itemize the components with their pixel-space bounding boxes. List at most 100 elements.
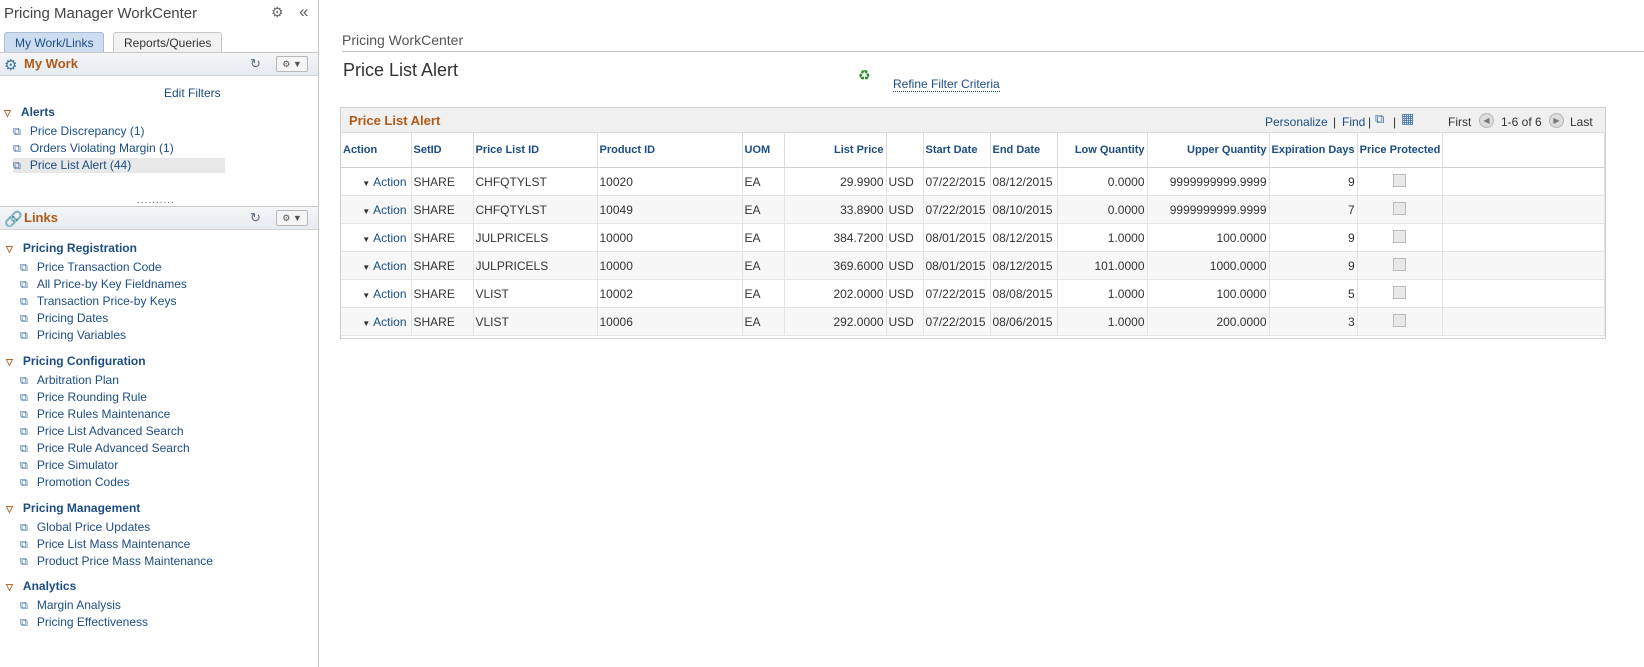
link-item[interactable]: ⧉ Pricing Dates (20, 311, 108, 326)
pane-splitter[interactable]: .......... (137, 195, 175, 206)
link-label[interactable]: Price Transaction Code (37, 260, 162, 274)
action-menu-link[interactable]: Action (373, 203, 406, 217)
caret-down-icon[interactable]: ▼ (362, 291, 370, 300)
tab-reports-queries[interactable]: Reports/Queries (113, 32, 223, 53)
caret-down-icon[interactable]: ▼ (362, 263, 370, 272)
personalize-link[interactable]: Personalize (1265, 115, 1328, 129)
alert-item-orders-violating-margin[interactable]: ⧉ Orders Violating Margin (1) (13, 141, 174, 156)
link-icon: ⧉ (20, 375, 28, 387)
link-item[interactable]: ⧉ Price Transaction Code (20, 260, 162, 275)
column-header-uom[interactable]: UOM (742, 133, 785, 168)
alert-item-price-list-alert[interactable]: ⧉ Price List Alert (44) (13, 158, 225, 173)
link-item[interactable]: ⧉ Pricing Variables (20, 328, 126, 343)
caret-down-icon[interactable]: ▼ (362, 235, 370, 244)
group-label: Analytics (22, 579, 77, 593)
tab-my-work-links[interactable]: My Work/Links (4, 32, 105, 53)
last-page-label[interactable]: Last (1570, 115, 1593, 129)
action-menu-link[interactable]: Action (373, 315, 406, 329)
link-item[interactable]: ⧉ Price Simulator (20, 458, 118, 473)
refine-filter-criteria-link[interactable]: Refine Filter Criteria (893, 77, 1000, 92)
links-group-pricing-management[interactable]: ▽ Pricing Management (6, 501, 140, 515)
grid-caption-bar: Price List Alert Personalize | Find | ⧉ … (341, 108, 1605, 133)
column-header-start-date[interactable]: Start Date (923, 133, 991, 168)
link-item[interactable]: ⧉ Price Rules Maintenance (20, 407, 170, 422)
settings-menu-button[interactable]: ⚙ ▼ (276, 210, 308, 226)
download-spreadsheet-icon[interactable]: ▦ (1401, 110, 1414, 127)
refresh-icon[interactable]: ↻ (250, 56, 261, 72)
action-menu-link[interactable]: Action (373, 231, 406, 245)
first-page-label[interactable]: First (1448, 115, 1471, 129)
breadcrumb[interactable]: Pricing WorkCenter (342, 32, 463, 48)
caret-down-icon[interactable]: ▼ (362, 179, 370, 188)
links-title[interactable]: Links (24, 210, 58, 225)
settings-menu-button[interactable]: ⚙ ▼ (276, 56, 308, 72)
link-label[interactable]: Price List Mass Maintenance (37, 537, 190, 551)
link-item[interactable]: ⧉ Price Rounding Rule (20, 390, 147, 405)
action-menu-link[interactable]: Action (373, 175, 406, 189)
link-label[interactable]: Price Simulator (37, 458, 118, 472)
column-header-setid[interactable]: SetID (411, 133, 474, 168)
alerts-group-header[interactable]: ▽ Alerts (4, 105, 55, 119)
links-group-pricing-registration[interactable]: ▽ Pricing Registration (6, 241, 137, 255)
collapse-icon[interactable]: « (299, 2, 308, 22)
link-label[interactable]: Pricing Variables (37, 328, 126, 342)
link-label[interactable]: Pricing Dates (37, 311, 108, 325)
link-label[interactable]: Transaction Price-by Keys (37, 294, 177, 308)
alert-link[interactable]: Price List Alert (44) (30, 158, 131, 172)
action-menu-link[interactable]: Action (373, 259, 406, 273)
link-label[interactable]: Price List Advanced Search (37, 424, 184, 438)
link-item[interactable]: ⧉ Price Rule Advanced Search (20, 441, 190, 456)
link-item[interactable]: ⧉ Promotion Codes (20, 475, 130, 490)
link-item[interactable]: ⧉ Product Price Mass Maintenance (20, 554, 213, 569)
zoom-grid-icon[interactable]: ⧉ (1375, 111, 1384, 127)
link-item[interactable]: ⧉ Global Price Updates (20, 520, 150, 535)
alert-link[interactable]: Orders Violating Margin (1) (30, 141, 174, 155)
link-label[interactable]: Promotion Codes (37, 475, 130, 489)
cell-price-list-id: CHFQTYLST (473, 195, 598, 224)
cell-list-price: 369.6000 (784, 251, 887, 280)
link-item[interactable]: ⧉ Arbitration Plan (20, 373, 119, 388)
link-item[interactable]: ⧉ Margin Analysis (20, 598, 121, 613)
edit-filters-link[interactable]: Edit Filters (164, 86, 221, 100)
cell-list-price: 33.8900 (784, 195, 887, 224)
column-header-price-protected[interactable]: Price Protected (1357, 133, 1444, 168)
column-header-list-price[interactable]: List Price (784, 133, 887, 168)
price-protected-checkbox (1393, 313, 1407, 327)
link-item[interactable]: ⧉ All Price-by Key Fieldnames (20, 277, 187, 292)
alert-item-price-discrepancy[interactable]: ⧉ Price Discrepancy (1) (13, 124, 145, 139)
links-group-pricing-configuration[interactable]: ▽ Pricing Configuration (6, 354, 146, 368)
find-link[interactable]: Find (1342, 115, 1365, 129)
action-menu-link[interactable]: Action (373, 287, 406, 301)
gear-icon[interactable]: ⚙ (271, 4, 284, 21)
link-item[interactable]: ⧉ Pricing Effectiveness (20, 615, 148, 630)
column-header-price-list-id[interactable]: Price List ID (473, 133, 598, 168)
link-label[interactable]: Product Price Mass Maintenance (37, 554, 213, 568)
link-item[interactable]: ⧉ Transaction Price-by Keys (20, 294, 176, 309)
link-label[interactable]: Global Price Updates (37, 520, 150, 534)
link-label[interactable]: All Price-by Key Fieldnames (37, 277, 187, 291)
my-work-title[interactable]: My Work (24, 56, 78, 71)
link-item[interactable]: ⧉ Price List Mass Maintenance (20, 537, 190, 552)
refresh-icon[interactable]: ♻ (858, 67, 871, 84)
link-label[interactable]: Margin Analysis (37, 598, 121, 612)
alert-link[interactable]: Price Discrepancy (1) (30, 124, 145, 138)
refresh-icon[interactable]: ↻ (250, 210, 261, 226)
cell-start-date: 07/22/2015 (923, 307, 991, 336)
column-header-product-id[interactable]: Product ID (597, 133, 743, 168)
link-label[interactable]: Price Rounding Rule (37, 390, 147, 404)
link-label[interactable]: Arbitration Plan (37, 373, 119, 387)
link-label[interactable]: Price Rules Maintenance (37, 407, 170, 421)
link-label[interactable]: Price Rule Advanced Search (37, 441, 190, 455)
cell-end-date: 08/12/2015 (990, 251, 1058, 280)
column-header-low-quantity[interactable]: Low Quantity (1057, 133, 1148, 168)
previous-page-icon[interactable]: ◀ (1479, 113, 1494, 128)
column-header-end-date[interactable]: End Date (990, 133, 1058, 168)
caret-down-icon[interactable]: ▼ (362, 207, 370, 216)
link-item[interactable]: ⧉ Price List Advanced Search (20, 424, 184, 439)
caret-down-icon[interactable]: ▼ (362, 319, 370, 328)
column-header-upper-quantity[interactable]: Upper Quantity (1147, 133, 1270, 168)
column-header-expiration-days[interactable]: Expiration Days (1269, 133, 1358, 168)
links-group-analytics[interactable]: ▽ Analytics (6, 579, 76, 593)
link-label[interactable]: Pricing Effectiveness (37, 615, 148, 629)
next-page-icon[interactable]: ▶ (1549, 113, 1564, 128)
